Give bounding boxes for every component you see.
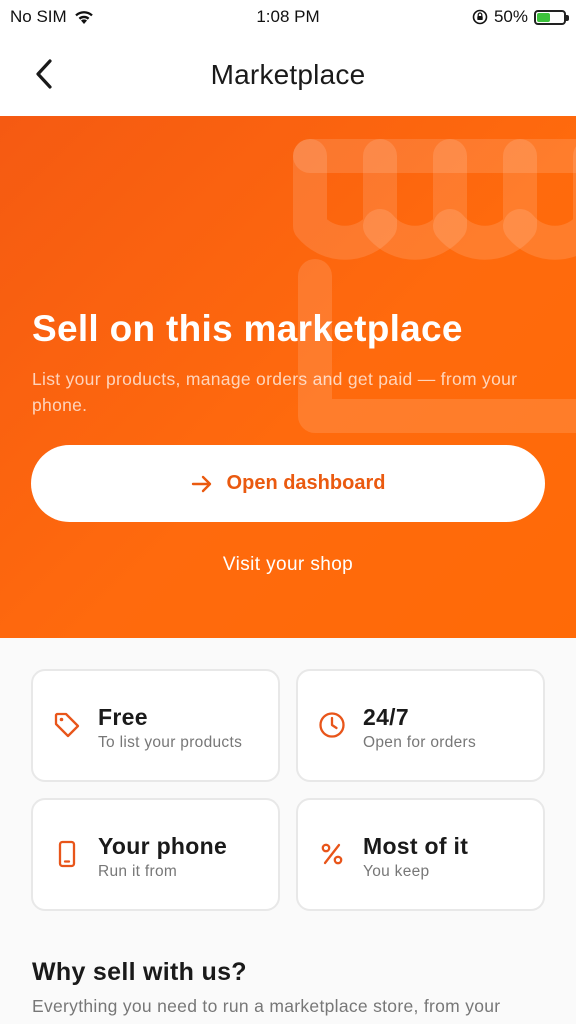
tag-icon (54, 712, 80, 738)
stats-section: Free To list your products 24/7 Open for… (0, 638, 576, 938)
status-right: 50% (472, 7, 569, 27)
visit-shop-link[interactable]: Visit your shop (0, 554, 576, 576)
orientation-lock-icon (472, 9, 488, 25)
page-title: Marketplace (210, 59, 366, 90)
clock-icon (319, 712, 345, 738)
stat-card-hours: 24/7 Open for orders (296, 669, 545, 782)
open-dashboard-button[interactable]: Open dashboard (31, 445, 545, 522)
stat-label: To list your products (98, 734, 243, 751)
battery-percent: 50% (493, 7, 528, 26)
chevron-left-icon (36, 59, 52, 89)
stat-card-phone: Your phone Run it from (31, 798, 280, 911)
stat-value: 24/7 (363, 704, 409, 730)
hero-subtitle: List your products, manage orders and ge… (32, 369, 518, 415)
stat-value: Your phone (98, 833, 228, 859)
carrier-label: No SIM (10, 7, 67, 26)
stat-label: Run it from (98, 863, 178, 880)
section-title: Why sell with us? (32, 958, 247, 986)
phone-icon (58, 840, 76, 868)
back-button[interactable] (22, 52, 66, 96)
stat-value: Free (98, 704, 148, 730)
stat-value: Most of it (363, 833, 469, 859)
open-dashboard-label: Open dashboard (226, 472, 386, 494)
battery-level (537, 12, 550, 22)
stat-label: You keep (363, 863, 430, 880)
stat-card-free: Free To list your products (31, 669, 280, 782)
percent-icon (321, 843, 343, 865)
battery-icon (534, 9, 569, 25)
status-left: No SIM (10, 7, 95, 27)
nav-bar: Marketplace (0, 34, 576, 116)
arrow-right-icon (191, 475, 211, 492)
hero-title: Sell on this marketplace (32, 308, 463, 349)
section-body: Everything you need to run a marketplace… (32, 996, 501, 1016)
stat-card-keep: Most of it You keep (296, 798, 545, 911)
hero-banner: Sell on this marketplace List your produ… (0, 116, 576, 638)
why-section: Why sell with us? Everything you need to… (0, 938, 576, 1024)
status-bar: No SIM 1:08 PM 50% (0, 0, 576, 34)
stat-label: Open for orders (363, 734, 477, 751)
wifi-icon (74, 11, 93, 24)
